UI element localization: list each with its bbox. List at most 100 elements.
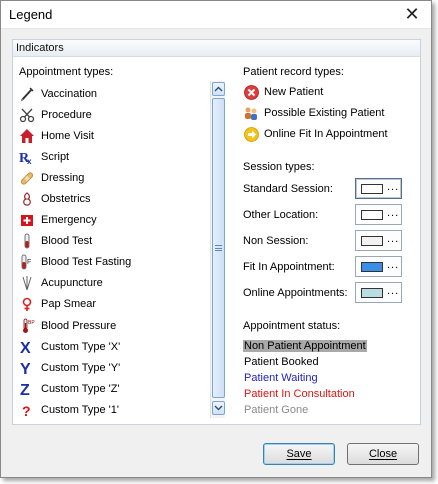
- save-button[interactable]: Save: [263, 443, 335, 465]
- letter-z-icon: Z: [19, 381, 35, 397]
- people-icon: [243, 105, 259, 121]
- patient-record-type-new: New Patient: [243, 84, 323, 100]
- question-mark-icon: ?: [19, 402, 35, 418]
- rx-icon: Rx: [19, 149, 35, 165]
- yellow-arrow-circle-icon: [243, 126, 259, 142]
- close-icon[interactable]: ✕: [403, 4, 421, 24]
- session-type-online: Online Appointments: ...: [243, 282, 403, 303]
- list-item[interactable]: X Custom Type 'X': [19, 336, 207, 357]
- fit-in-appointment-color-button[interactable]: ...: [355, 256, 402, 277]
- list-item[interactable]: Blood Test: [19, 231, 207, 252]
- patient-record-type-online-fit-in: Online Fit In Appointment: [243, 126, 388, 142]
- patient-record-type-possible-existing: Possible Existing Patient: [243, 105, 384, 121]
- session-type-non-session: Non Session: ...: [243, 230, 403, 251]
- list-item[interactable]: BP Blood Pressure: [19, 315, 207, 336]
- session-type-fit-in: Fit In Appointment: ...: [243, 256, 403, 277]
- syringe-icon: [19, 86, 35, 102]
- appointment-types-list[interactable]: Vaccination Procedure Home Visit Rx Scri…: [19, 83, 207, 421]
- svg-text:?: ?: [22, 403, 31, 418]
- appointment-type-label: Dressing: [41, 171, 85, 184]
- session-type-label: Non Session:: [243, 235, 309, 247]
- letter-x-icon: X: [19, 339, 35, 355]
- session-types-heading: Session types:: [243, 161, 315, 173]
- grip-icon: [215, 245, 222, 251]
- session-type-label: Online Appointments:: [243, 287, 348, 299]
- session-type-label: Other Location:: [243, 209, 319, 221]
- appointment-type-label: Home Visit: [41, 129, 94, 142]
- ellipsis: ...: [387, 285, 400, 297]
- ellipsis: ...: [387, 259, 400, 271]
- status-patient-gone: Patient Gone: [244, 404, 309, 416]
- ellipsis: ...: [387, 207, 400, 219]
- indicators-group-title: Indicators: [13, 40, 420, 57]
- session-type-label: Fit In Appointment:: [243, 261, 335, 273]
- appointment-types-heading: Appointment types:: [19, 66, 114, 78]
- list-item[interactable]: F Blood Test Fasting: [19, 252, 207, 273]
- legend-dialog: Legend ✕ Indicators Appointment types: V…: [0, 0, 432, 478]
- appointment-type-label: Custom Type '1': [41, 403, 119, 416]
- thermometer-icon: BP: [19, 318, 35, 334]
- list-item[interactable]: Acupuncture: [19, 273, 207, 294]
- close-button[interactable]: Close: [347, 443, 419, 465]
- list-item[interactable]: Z Custom Type 'Z': [19, 378, 207, 399]
- list-item[interactable]: ? Custom Type '1': [19, 399, 207, 420]
- status-non-patient-appointment: Non Patient Appointment: [243, 340, 367, 352]
- appointment-types-scrollbar[interactable]: [210, 81, 225, 418]
- online-appointments-color-button[interactable]: ...: [355, 282, 402, 303]
- chevron-up-icon: [214, 86, 223, 92]
- color-swatch: [361, 236, 383, 246]
- list-item[interactable]: Vaccination: [19, 83, 207, 104]
- non-session-color-button[interactable]: ...: [355, 230, 402, 251]
- appointment-type-label: Blood Pressure: [41, 319, 117, 332]
- color-swatch: [361, 184, 383, 194]
- session-type-other-location: Other Location: ...: [243, 204, 403, 225]
- appointment-type-label: Vaccination: [41, 87, 98, 100]
- color-swatch: [361, 288, 383, 298]
- list-item[interactable]: Dressing: [19, 167, 207, 188]
- list-item[interactable]: Pap Smear: [19, 294, 207, 315]
- scroll-down-button[interactable]: [212, 401, 225, 415]
- appointment-type-label: Procedure: [41, 108, 92, 121]
- save-button-label: Save: [286, 448, 312, 460]
- appointment-type-label: Pap Smear: [41, 298, 97, 311]
- scissors-icon: [19, 107, 35, 123]
- indicators-group: Indicators Appointment types: Vaccinatio…: [12, 39, 421, 425]
- fasting-tube-icon: F: [19, 254, 35, 270]
- close-button-label: Close: [368, 448, 398, 460]
- list-item[interactable]: Rx Script: [19, 146, 207, 167]
- appointment-type-label: Acupuncture: [41, 277, 103, 290]
- bandage-icon: [19, 170, 35, 186]
- test-tube-icon: [19, 233, 35, 249]
- list-item[interactable]: Y Custom Type 'Y': [19, 357, 207, 378]
- title-bar[interactable]: Legend ✕: [1, 1, 431, 29]
- appointment-status-heading: Appointment status:: [243, 320, 341, 332]
- list-item[interactable]: Procedure: [19, 104, 207, 125]
- patient-record-types-heading: Patient record types:: [243, 66, 344, 78]
- svg-text:Y: Y: [20, 361, 31, 376]
- patient-record-type-label: New Patient: [264, 86, 324, 98]
- appointment-type-label: Emergency: [41, 214, 97, 227]
- house-icon: [19, 128, 35, 144]
- appointment-type-label: Custom Type 'X': [41, 340, 121, 353]
- svg-text:F: F: [27, 259, 31, 266]
- scroll-thumb[interactable]: [212, 98, 225, 398]
- first-aid-icon: [19, 212, 35, 228]
- session-type-standard: Standard Session: ...: [243, 178, 403, 199]
- list-item[interactable]: Emergency: [19, 210, 207, 231]
- appointment-type-label: Custom Type 'Z': [41, 382, 120, 395]
- appointment-type-label: Blood Test: [41, 235, 93, 248]
- session-type-label: Standard Session:: [243, 183, 333, 195]
- svg-text:BP: BP: [28, 320, 35, 326]
- other-location-color-button[interactable]: ...: [355, 204, 402, 225]
- patient-record-type-label: Online Fit In Appointment: [264, 128, 388, 140]
- appointment-type-label: Custom Type 'Y': [41, 361, 121, 374]
- status-patient-waiting: Patient Waiting: [244, 372, 318, 384]
- list-item[interactable]: Home Visit: [19, 125, 207, 146]
- scroll-up-button[interactable]: [212, 82, 225, 96]
- list-item[interactable]: Obstetrics: [19, 188, 207, 209]
- svg-text:X: X: [20, 340, 31, 355]
- window-title: Legend: [9, 7, 53, 22]
- standard-session-color-button[interactable]: ...: [355, 178, 402, 199]
- patient-record-type-label: Possible Existing Patient: [264, 107, 385, 119]
- status-patient-booked: Patient Booked: [244, 356, 319, 368]
